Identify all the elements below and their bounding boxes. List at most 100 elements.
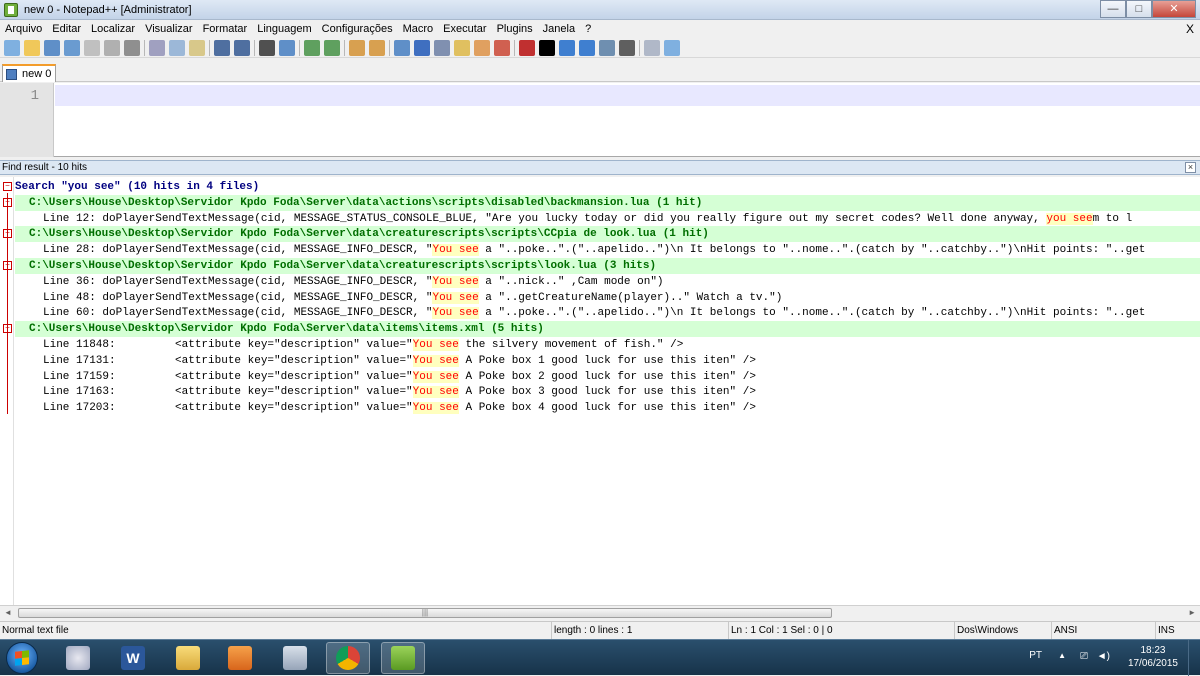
menu-localizar[interactable]: Localizar [86, 20, 140, 38]
taskbar-word[interactable]: W [111, 642, 155, 674]
function-list-icon[interactable] [474, 39, 490, 56]
hit-match-highlight: You see [412, 402, 459, 415]
result-file-row[interactable]: C:\Users\House\Desktop\Servidor Kpdo Fod… [15, 321, 1200, 338]
close-find-results-button[interactable]: × [1185, 162, 1196, 173]
result-hit-row[interactable]: Line 60: doPlayerSendTextMessage(cid, ME… [15, 305, 1200, 321]
save-icon[interactable] [44, 39, 60, 56]
cut-icon[interactable] [149, 39, 165, 56]
run-macro-multiple-icon[interactable] [599, 39, 615, 56]
menu-arquivo[interactable]: Arquivo [0, 20, 47, 38]
play-macro-icon[interactable] [579, 39, 595, 56]
result-file-row[interactable]: C:\Users\House\Desktop\Servidor Kpdo Fod… [15, 258, 1200, 274]
toolbar [0, 38, 1200, 58]
spellcheck-icon[interactable] [644, 39, 660, 56]
menu-janela[interactable]: Janela [538, 20, 580, 38]
result-hit-row[interactable]: Line 17131: <attribute key="description"… [15, 353, 1200, 369]
minimize-button[interactable]: — [1100, 0, 1126, 18]
result-hit-row[interactable]: Line 36: doPlayerSendTextMessage(cid, ME… [15, 274, 1200, 290]
editor-area[interactable]: 1 [0, 83, 1200, 157]
doc-map-icon[interactable] [454, 39, 470, 56]
sync-vertical-icon[interactable] [349, 39, 365, 56]
save-all-icon[interactable] [64, 39, 80, 56]
monitor-icon[interactable] [519, 39, 535, 56]
find-results-panel[interactable]: Search "you see" (10 hits in 4 files) − C:… [0, 177, 1200, 605]
save-macro-icon[interactable] [619, 39, 635, 56]
copy-icon[interactable] [169, 39, 185, 56]
sync-horizontal-icon[interactable] [369, 39, 385, 56]
show-hidden-icons-icon[interactable]: ▲ [1058, 651, 1066, 660]
language-indicator[interactable]: PT [1029, 650, 1042, 661]
status-insert-mode: INS [1155, 622, 1200, 640]
taskbar-notepadpp[interactable] [381, 642, 425, 674]
menu-linguagem[interactable]: Linguagem [252, 20, 316, 38]
volume-icon[interactable]: ◄) [1097, 651, 1110, 662]
scroll-left-arrow[interactable]: ◄ [4, 608, 12, 617]
hit-text-before: Line 17131: <attribute key="description"… [43, 354, 413, 367]
zoom-in-icon[interactable] [304, 39, 320, 56]
result-file-row[interactable]: C:\Users\House\Desktop\Servidor Kpdo Fod… [15, 226, 1200, 243]
show-all-chars-icon[interactable] [414, 39, 430, 56]
stop-macro-icon[interactable] [559, 39, 575, 56]
result-file-row[interactable]: C:\Users\House\Desktop\Servidor Kpdo Fod… [15, 194, 1200, 211]
taskbar: W PT ▲ ⎚ ◄) 18:23 17/06/2015 [0, 639, 1200, 676]
close-window-button[interactable]: ✕ [1152, 0, 1196, 18]
current-line-highlight[interactable] [55, 85, 1200, 106]
fold-guide-line [7, 193, 8, 414]
taskbar-paint[interactable] [56, 642, 100, 674]
menu-plugins[interactable]: Plugins [492, 20, 538, 38]
zoom-out-icon[interactable] [324, 39, 340, 56]
record-macro-icon[interactable] [539, 39, 555, 56]
hit-text-before: Line 12: doPlayerSendTextMessage(cid, ME… [43, 212, 1047, 225]
replace-icon[interactable] [279, 39, 295, 56]
show-desktop-button[interactable] [1188, 640, 1200, 676]
indent-guide-icon[interactable] [434, 39, 450, 56]
menu-help[interactable]: ? [580, 20, 596, 38]
result-hit-row[interactable]: Line 17163: <attribute key="description"… [15, 384, 1200, 400]
menu-executar[interactable]: Executar [438, 20, 491, 38]
fold-toggle-icon[interactable]: − [3, 182, 12, 191]
print-icon[interactable] [124, 39, 140, 56]
open-file-icon[interactable] [24, 39, 40, 56]
horizontal-scrollbar[interactable]: ◄ ||| ► [0, 605, 1200, 619]
toolbar-separator [639, 39, 640, 56]
result-hit-row[interactable]: Line 11848: <attribute key="description"… [15, 337, 1200, 353]
word-wrap-icon[interactable] [394, 39, 410, 56]
menu-formatar[interactable]: Formatar [198, 20, 253, 38]
tab-new-0[interactable]: new 0 [2, 64, 56, 82]
find-icon[interactable] [259, 39, 275, 56]
system-tray: PT ▲ ⎚ ◄) 18:23 17/06/2015 [1000, 640, 1200, 676]
taskbar-explorer[interactable] [166, 642, 210, 674]
taskbar-chrome[interactable] [326, 642, 370, 674]
paste-icon[interactable] [189, 39, 205, 56]
maximize-button[interactable]: □ [1126, 0, 1152, 18]
hit-text-before: Line 36: doPlayerSendTextMessage(cid, ME… [43, 275, 433, 288]
undo-icon[interactable] [214, 39, 230, 56]
toolbar-separator [514, 39, 515, 56]
spellcheck-settings-icon[interactable] [664, 39, 680, 56]
network-icon[interactable]: ⎚ [1080, 651, 1088, 662]
start-button[interactable] [6, 642, 38, 674]
close-document-button[interactable]: X [1186, 20, 1194, 38]
menu-visualizar[interactable]: Visualizar [140, 20, 198, 38]
close-all-icon[interactable] [104, 39, 120, 56]
menu-editar[interactable]: Editar [47, 20, 86, 38]
result-hit-row[interactable]: Line 17203: <attribute key="description"… [15, 400, 1200, 416]
close-icon[interactable] [84, 39, 100, 56]
scrollbar-thumb[interactable]: ||| [18, 608, 832, 618]
result-hit-row[interactable]: Line 28: doPlayerSendTextMessage(cid, ME… [15, 242, 1200, 258]
taskbar-calculator[interactable] [273, 642, 317, 674]
menu-configuracoes[interactable]: Configurações [317, 20, 398, 38]
result-hit-row[interactable]: Line 48: doPlayerSendTextMessage(cid, ME… [15, 290, 1200, 306]
redo-icon[interactable] [234, 39, 250, 56]
hit-match-highlight: You see [412, 370, 459, 383]
tab-label: new 0 [22, 68, 52, 80]
folder-workspace-icon[interactable] [494, 39, 510, 56]
result-hit-row[interactable]: Line 12: doPlayerSendTextMessage(cid, ME… [15, 211, 1200, 227]
taskbar-media-player[interactable] [218, 642, 262, 674]
saved-state-icon [6, 68, 17, 80]
result-hit-row[interactable]: Line 17159: <attribute key="description"… [15, 369, 1200, 385]
menu-macro[interactable]: Macro [398, 20, 439, 38]
new-file-icon[interactable] [4, 39, 20, 56]
scroll-right-arrow[interactable]: ► [1188, 608, 1196, 617]
clock[interactable]: 18:23 17/06/2015 [1128, 644, 1178, 670]
